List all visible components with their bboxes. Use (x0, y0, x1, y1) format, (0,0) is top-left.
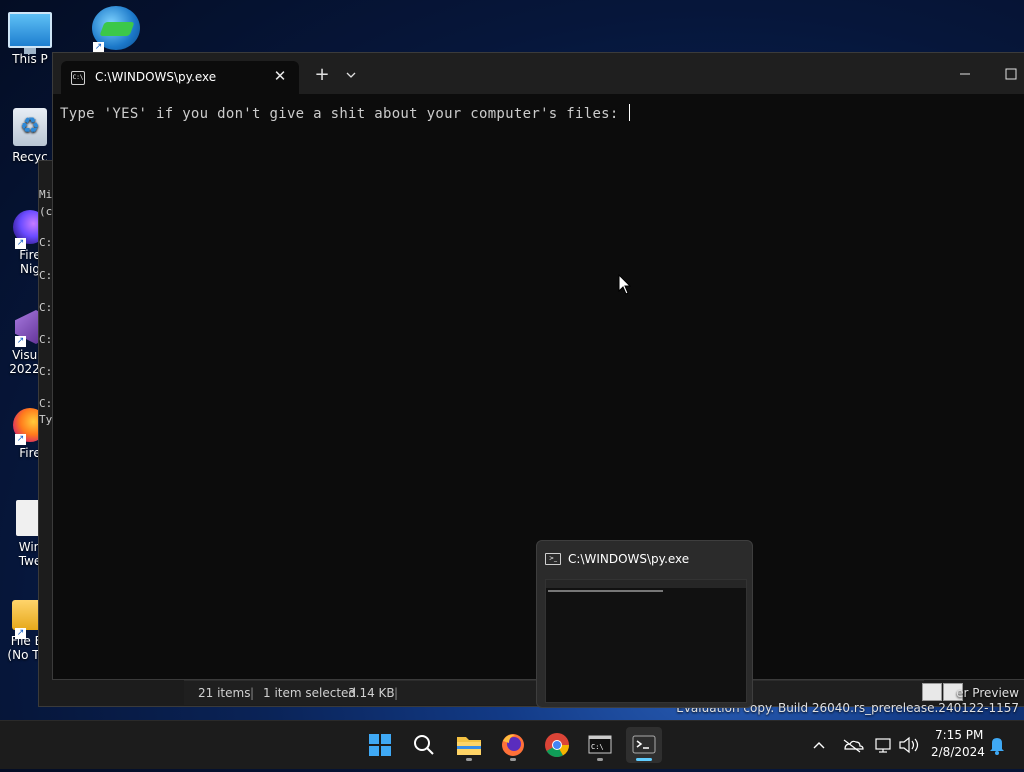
taskbar-cmd-button[interactable]: C:\ (582, 727, 618, 763)
status-divider: | (394, 686, 399, 700)
running-indicator (466, 758, 472, 761)
tab-dropdown-button[interactable] (344, 69, 358, 81)
clock-date[interactable]: 2/8/2024 (931, 745, 985, 759)
notifications-button[interactable] (986, 721, 1008, 769)
taskbar-firefox-button[interactable] (495, 727, 531, 763)
desktop-icon-label: This P (12, 52, 48, 66)
maximize-button[interactable] (1003, 66, 1019, 82)
shortcut-arrow-icon: ↗ (15, 434, 26, 445)
shortcut-arrow-icon: ↗ (15, 238, 26, 249)
desktop-icon-this-pc[interactable]: This P (0, 12, 60, 66)
details-view-icon[interactable] (922, 683, 942, 701)
watermark-line-1: er Preview (956, 686, 1019, 700)
onedrive-tray-button[interactable] (840, 721, 864, 769)
thumbnail-titlebar (546, 580, 746, 588)
running-indicator (597, 758, 603, 761)
cmd-icon: C:\ (71, 71, 85, 85)
windows-start-icon (369, 734, 391, 756)
chevron-down-icon (346, 72, 356, 78)
minimize-button[interactable] (956, 67, 974, 81)
volume-icon (899, 736, 919, 754)
terminal-title-bar[interactable]: C:\ C:\WINDOWS\py.exe ✕ + (53, 53, 1024, 94)
close-tab-button[interactable]: ✕ (271, 66, 289, 86)
taskbar-start-button[interactable] (362, 727, 398, 763)
console-line: C: (39, 236, 53, 249)
terminal-icon: >_ (545, 553, 561, 565)
console-line: C: (39, 397, 53, 410)
desktop-icon-recycle-bin[interactable]: ♻ Recyc (0, 108, 60, 164)
status-size: 3.14 KB (348, 686, 395, 700)
network-icon (875, 738, 891, 753)
taskbar-terminal-button[interactable] (626, 727, 662, 763)
shortcut-arrow-icon: ↗ (15, 628, 26, 639)
bell-icon (990, 738, 1004, 755)
console-line: C: (39, 365, 53, 378)
console-line: C: (39, 269, 53, 282)
status-selection: 1 item selected (263, 686, 357, 700)
background-console-text: Mi (c C: C: C: C: C: C: Ty (38, 160, 52, 460)
network-tray-button[interactable] (872, 721, 894, 769)
taskbar-chrome-button[interactable] (539, 727, 575, 763)
terminal-prompt: Type 'YES' if you don't give a shit abou… (60, 104, 631, 122)
thumbnail-window-image (545, 579, 747, 703)
search-icon (414, 735, 434, 755)
mouse-pointer-icon (618, 274, 632, 295)
console-line: C: (39, 301, 53, 314)
console-line: Mi (39, 188, 53, 201)
monitor-icon (8, 12, 52, 54)
status-divider: | (250, 686, 255, 700)
volume-tray-button[interactable] (897, 721, 921, 769)
taskbar-thumbnail-preview[interactable]: >_ C:\WINDOWS\py.exe (536, 540, 753, 708)
text-cursor (629, 104, 631, 121)
new-tab-button[interactable]: + (313, 66, 331, 84)
minimize-icon (960, 73, 970, 75)
running-indicator (510, 758, 516, 761)
taskbar-file-explorer-button[interactable] (451, 727, 487, 763)
thumbnail-text-line (548, 590, 663, 592)
svg-text:C:\: C:\ (591, 743, 604, 751)
shortcut-arrow-icon: ↗ (15, 336, 26, 347)
chevron-up-icon (813, 742, 825, 749)
taskbar-search-button[interactable] (406, 727, 442, 763)
maximize-icon (1005, 68, 1017, 80)
console-line: (c (39, 205, 53, 218)
console-line: Ty (39, 413, 53, 426)
thumbnail-title: C:\WINDOWS\py.exe (568, 552, 690, 566)
prompt-text: Type 'YES' if you don't give a shit abou… (60, 106, 628, 122)
chrome-icon (545, 733, 569, 758)
status-item-count: 21 items (198, 686, 251, 700)
tab-title: C:\WINDOWS\py.exe (95, 70, 217, 84)
console-line: C: (39, 333, 53, 346)
running-indicator (636, 758, 652, 761)
recycle-bin-icon: ♻ (13, 108, 47, 146)
taskbar: C:\ 7:15 PM 2/8/2024 (0, 720, 1024, 769)
show-hidden-icons-button[interactable] (808, 721, 830, 769)
clock-time[interactable]: 7:15 PM (935, 728, 983, 742)
onedrive-offline-icon (843, 739, 864, 753)
terminal-tab[interactable]: C:\ C:\WINDOWS\py.exe ✕ (61, 61, 299, 94)
